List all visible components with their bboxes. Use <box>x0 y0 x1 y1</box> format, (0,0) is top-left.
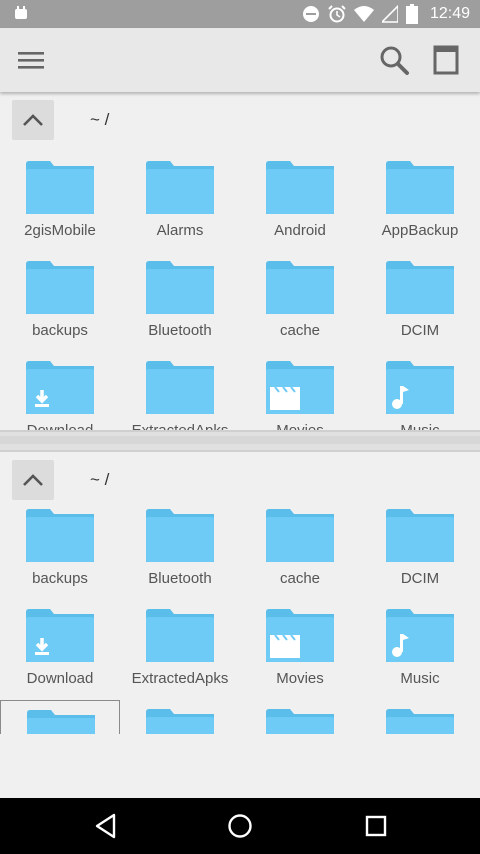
folder-icon <box>146 361 214 414</box>
folder-item[interactable]: ExtractedApks <box>120 600 240 700</box>
file-pane-bottom[interactable]: ~ / backups Bluetooth cache DCIM Download Ext… <box>0 452 480 734</box>
folder-label: Alarms <box>156 222 204 239</box>
folder-item[interactable]: Movies <box>240 352 360 430</box>
folder-item[interactable]: Android <box>240 152 360 252</box>
folder-label: Music <box>400 670 440 687</box>
folder-icon <box>386 161 454 214</box>
folder-icon <box>386 261 454 314</box>
navigation-bar <box>0 798 480 854</box>
movies-folder-icon <box>266 361 334 414</box>
folder-item[interactable]: cache <box>240 500 360 600</box>
folder-label: ExtractedApks <box>120 422 240 430</box>
folder-label: Movies <box>276 670 324 687</box>
folder-item[interactable]: AppBackup <box>360 152 480 252</box>
folder-icon <box>26 161 94 214</box>
status-bar: 12:49 <box>0 0 480 28</box>
navigate-up-button[interactable] <box>12 100 54 140</box>
divider-bar <box>0 436 480 444</box>
android-notification-icon <box>15 6 27 19</box>
folder-item[interactable]: Download <box>0 600 120 700</box>
folder-item[interactable]: 2gisMobile <box>0 152 120 252</box>
folder-label: Movies <box>240 422 360 430</box>
folder-item[interactable]: Bluetooth <box>120 500 240 600</box>
pane-divider[interactable] <box>0 430 480 452</box>
folder-item[interactable]: backups <box>0 252 120 352</box>
folder-item[interactable] <box>240 700 360 734</box>
path-label: ~ / <box>90 470 110 489</box>
folder-item[interactable]: Bluetooth <box>120 252 240 352</box>
folder-label: Music <box>360 422 480 430</box>
folder-label: cache <box>279 322 321 339</box>
back-icon[interactable] <box>92 812 120 840</box>
download-folder-icon <box>26 609 94 662</box>
folder-item[interactable]: DCIM <box>360 500 480 600</box>
folder-icon <box>146 709 214 734</box>
folder-icon <box>27 710 95 734</box>
movies-folder-icon <box>266 609 334 662</box>
folder-icon <box>146 509 214 562</box>
status-time: 12:49 <box>429 5 470 22</box>
folder-label: Bluetooth <box>148 322 212 339</box>
folder-label: DCIM <box>400 322 440 339</box>
music-folder-icon <box>386 609 454 662</box>
music-folder-icon <box>386 361 454 414</box>
menu-icon[interactable] <box>18 48 44 72</box>
search-icon[interactable] <box>378 44 410 76</box>
app-toolbar <box>0 28 480 92</box>
wifi-icon <box>353 6 374 22</box>
folder-icon <box>386 509 454 562</box>
folder-item[interactable] <box>0 700 120 734</box>
folder-icon <box>146 161 214 214</box>
folder-label: backups <box>32 570 88 587</box>
chevron-up-icon <box>23 474 43 486</box>
folder-icon <box>26 509 94 562</box>
folder-item[interactable]: ExtractedApks <box>120 352 240 430</box>
dual-pane-icon[interactable] <box>432 44 460 76</box>
file-pane-top[interactable]: ~ / 2gisMobile Alarms Android AppBackup back… <box>0 92 480 430</box>
path-row: ~ / <box>0 92 480 148</box>
status-icons: 12:49 <box>302 4 470 24</box>
folder-icon <box>386 709 454 734</box>
folder-icon <box>266 509 334 562</box>
folder-item[interactable]: Download <box>0 352 120 430</box>
folder-item[interactable]: backups <box>0 500 120 600</box>
folder-label: DCIM <box>400 570 440 587</box>
folder-item[interactable]: cache <box>240 252 360 352</box>
signal-icon <box>381 5 398 23</box>
folder-label: 2gisMobile <box>24 222 96 239</box>
folder-label: Download <box>0 422 120 430</box>
folder-item[interactable]: Movies <box>240 600 360 700</box>
home-icon[interactable] <box>226 812 254 840</box>
folder-label: cache <box>279 570 321 587</box>
folder-item[interactable]: DCIM <box>360 252 480 352</box>
alarm-icon <box>328 5 346 23</box>
path-label: ~ / <box>90 110 110 129</box>
folder-icon <box>26 261 94 314</box>
folder-item[interactable]: Music <box>360 600 480 700</box>
folder-label: Android <box>274 222 326 239</box>
folder-label: ExtractedApks <box>131 670 229 687</box>
pictures-folder-icon <box>266 709 334 734</box>
folder-item[interactable] <box>120 700 240 734</box>
folder-label: backups <box>32 322 88 339</box>
chevron-up-icon <box>23 114 43 126</box>
folder-icon <box>266 161 334 214</box>
empty-area <box>0 734 480 798</box>
folder-label: Bluetooth <box>148 570 212 587</box>
folder-item[interactable]: Alarms <box>120 152 240 252</box>
folder-label: Download <box>26 670 94 687</box>
navigate-up-button[interactable] <box>12 460 54 500</box>
folder-icon <box>146 609 214 662</box>
recents-icon[interactable] <box>362 812 390 840</box>
folder-item[interactable] <box>360 700 480 734</box>
battery-icon <box>405 4 418 24</box>
folder-item[interactable]: Music <box>360 352 480 430</box>
folder-icon <box>266 261 334 314</box>
folder-icon <box>146 261 214 314</box>
download-folder-icon <box>26 361 94 414</box>
folder-label: AppBackup <box>381 222 459 239</box>
dnd-icon <box>302 6 319 22</box>
